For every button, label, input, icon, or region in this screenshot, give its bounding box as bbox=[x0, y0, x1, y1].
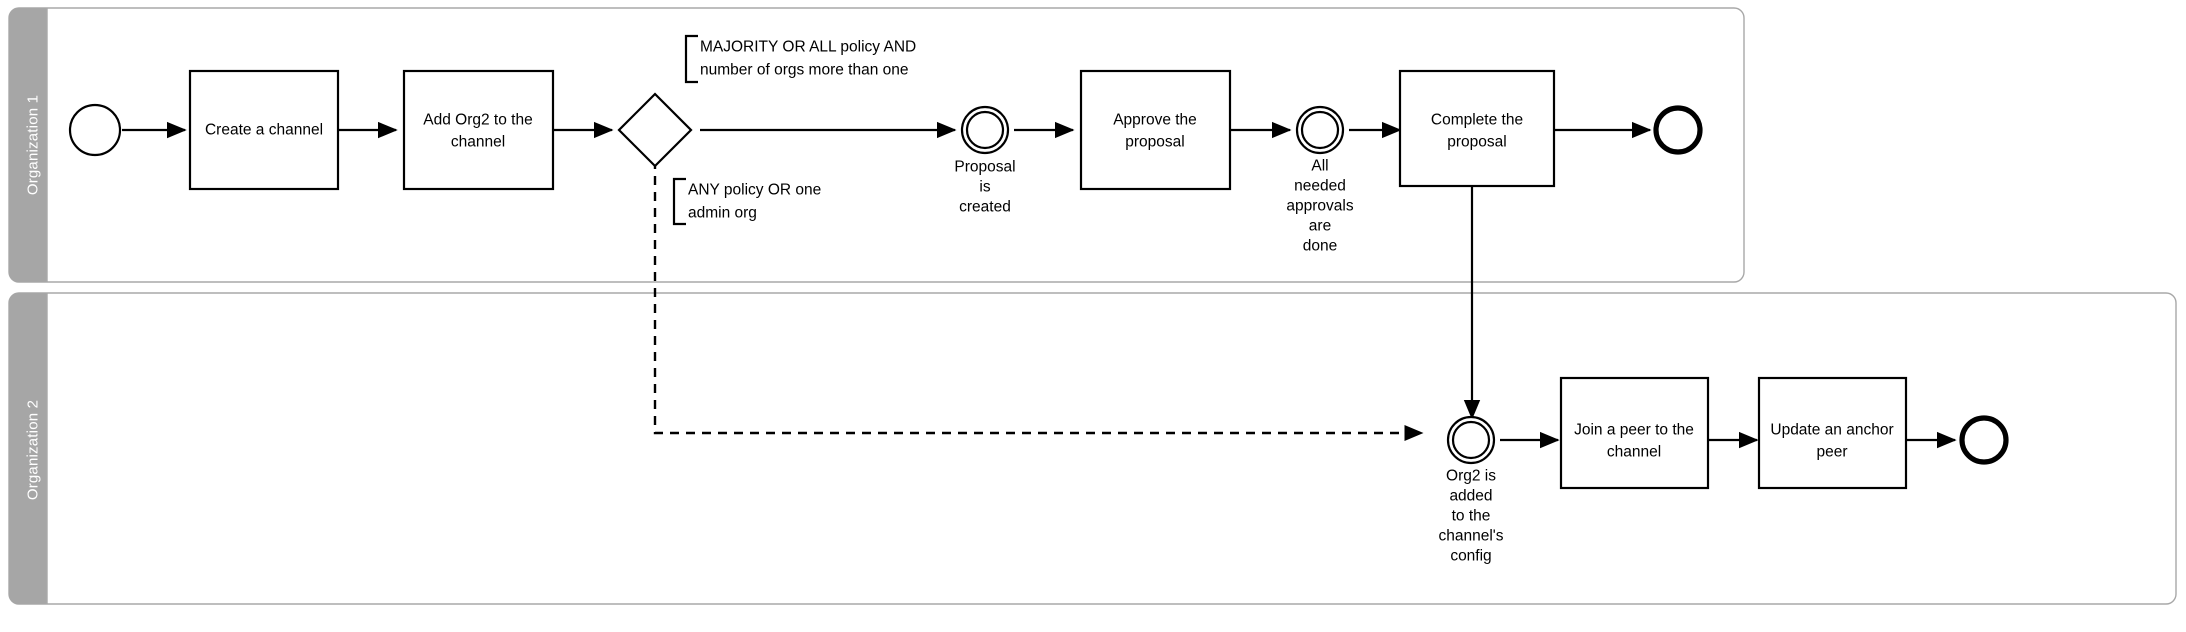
event-org2-added-label-line-5: config bbox=[1450, 548, 1491, 565]
task-add-org2-to-the-channel-box[interactable] bbox=[402, 69, 555, 191]
task-add-org2-label-line-1: Add Org2 to the bbox=[423, 112, 532, 129]
event-approvals-done-label-line-2: needed bbox=[1294, 178, 1346, 195]
start-event-organization-1[interactable] bbox=[68, 103, 122, 157]
task-complete-the-proposal-label-line-2: proposal bbox=[1447, 134, 1506, 151]
event-proposal-is-created-label-line-1: Proposal bbox=[954, 159, 1015, 176]
event-org2-added-label-line-1: Org2 is bbox=[1446, 468, 1496, 485]
task-update-an-anchor-peer-label-line-2: peer bbox=[1816, 444, 1847, 461]
event-org2-added-label-line-4: channel's bbox=[1438, 528, 1503, 545]
end-event-organization-1[interactable] bbox=[1653, 105, 1703, 155]
event-approvals-done-label-line-5: done bbox=[1303, 238, 1337, 255]
annotation-majority-all-policy-line-2: number of orgs more than one bbox=[700, 62, 909, 79]
event-proposal-is-created[interactable]: Proposal is created bbox=[954, 105, 1016, 216]
task-complete-the-proposal-label-line-1: Complete the bbox=[1431, 112, 1523, 129]
event-proposal-is-created-label-line-3: created bbox=[959, 199, 1011, 216]
task-join-a-peer-to-the-channel[interactable]: Join a peer to the channel bbox=[1559, 376, 1710, 490]
task-add-org2-label-line-2: channel bbox=[451, 134, 505, 151]
annotation-majority-all-policy-line-1: MAJORITY OR ALL policy AND bbox=[700, 39, 916, 56]
event-proposal-is-created-label-line-2: is bbox=[979, 179, 990, 196]
bpmn-diagram-canvas: Organization 1 Organization 2 Create a c… bbox=[0, 0, 2186, 632]
event-org2-added-label-line-2: added bbox=[1449, 488, 1492, 505]
task-join-a-peer-label-line-1: Join a peer to the bbox=[1574, 422, 1694, 439]
task-complete-the-proposal[interactable]: Complete the proposal bbox=[1398, 69, 1556, 188]
task-update-an-anchor-peer-label-line-1: Update an anchor bbox=[1770, 422, 1893, 439]
event-approvals-done-outer-ring[interactable] bbox=[1295, 105, 1345, 155]
event-approvals-done-label-line-4: are bbox=[1309, 218, 1331, 235]
task-update-an-anchor-peer[interactable]: Update an anchor peer bbox=[1757, 376, 1908, 490]
task-approve-the-proposal-label-line-1: Approve the bbox=[1113, 112, 1197, 129]
task-create-a-channel-label: Create a channel bbox=[205, 122, 323, 139]
task-create-a-channel[interactable]: Create a channel bbox=[188, 69, 340, 191]
task-add-org2-to-the-channel[interactable]: Add Org2 to the channel bbox=[402, 69, 555, 191]
event-proposal-is-created-outer-ring[interactable] bbox=[960, 105, 1010, 155]
task-complete-the-proposal-box[interactable] bbox=[1398, 69, 1556, 188]
annotation-any-policy-line-1: ANY policy OR one bbox=[688, 182, 821, 199]
event-approvals-done-label-line-1: All bbox=[1311, 158, 1328, 175]
annotation-any-policy-line-2: admin org bbox=[688, 205, 757, 222]
task-approve-the-proposal-label-line-2: proposal bbox=[1125, 134, 1184, 151]
event-approvals-done-label-line-3: approvals bbox=[1286, 198, 1353, 215]
event-org2-added-label-line-3: to the bbox=[1452, 508, 1491, 525]
event-org2-added-outer-ring[interactable] bbox=[1446, 415, 1496, 465]
task-approve-the-proposal-box[interactable] bbox=[1079, 69, 1232, 191]
bpmn-svg-root: Organization 1 Organization 2 Create a c… bbox=[8, 7, 2177, 605]
task-approve-the-proposal[interactable]: Approve the proposal bbox=[1079, 69, 1232, 191]
task-join-a-peer-label-line-2: channel bbox=[1607, 444, 1661, 461]
lane-organization-2-label: Organization 2 bbox=[25, 400, 42, 500]
end-event-organization-2[interactable] bbox=[1959, 415, 2009, 465]
lane-organization-1-label: Organization 1 bbox=[25, 95, 42, 195]
